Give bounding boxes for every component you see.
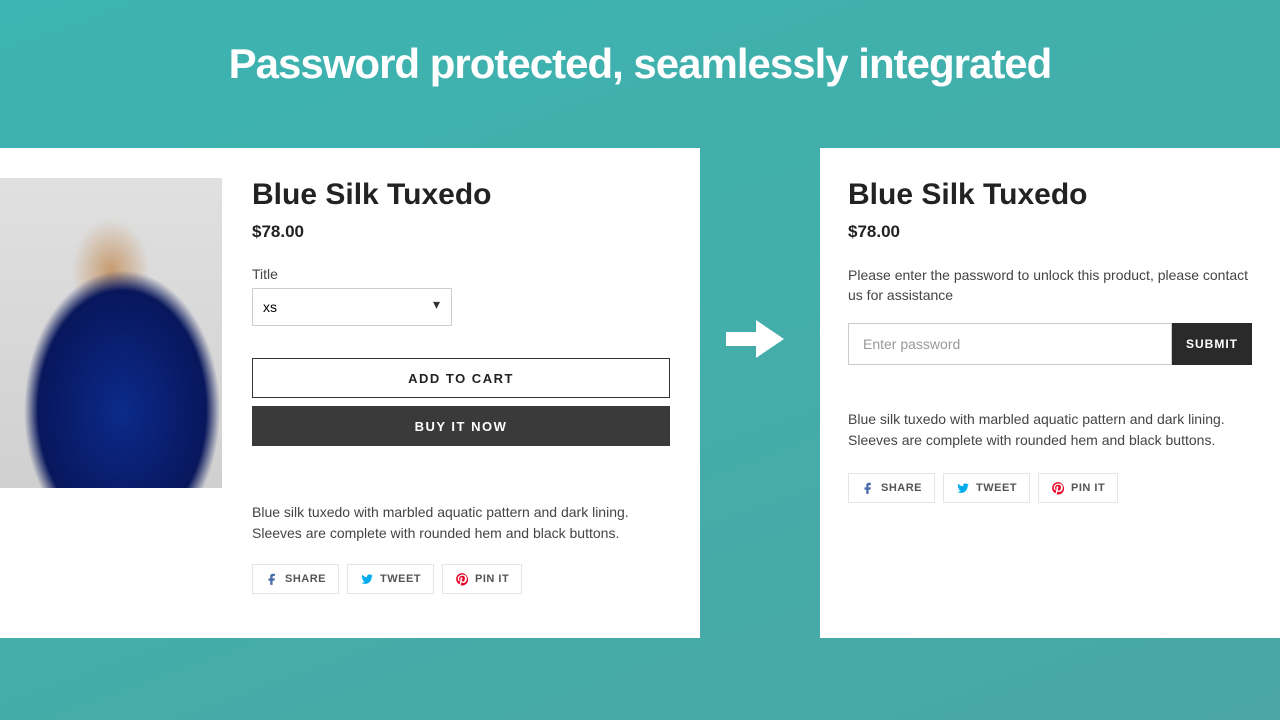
product-panel-unlocked: Blue Silk Tuxedo $78.00 Title xs ADD TO … [0,148,700,638]
submit-button[interactable]: SUBMIT [1172,323,1252,365]
page-headline: Password protected, seamlessly integrate… [0,0,1280,88]
product-title: Blue Silk Tuxedo [252,178,670,212]
share-twitter-label: TWEET [976,482,1017,494]
twitter-icon [956,481,970,495]
size-select[interactable]: xs [252,288,452,326]
share-twitter-button[interactable]: TWEET [347,564,434,594]
share-twitter-button-locked[interactable]: TWEET [943,473,1030,503]
buy-now-button[interactable]: BUY IT NOW [252,406,670,446]
share-facebook-button-locked[interactable]: SHARE [848,473,935,503]
password-input[interactable] [848,323,1172,365]
pinterest-icon [455,572,469,586]
twitter-icon [360,572,374,586]
share-pinterest-label: PIN IT [475,573,509,585]
share-twitter-label: TWEET [380,573,421,585]
arrow-icon [726,314,786,364]
product-description-locked: Blue silk tuxedo with marbled aquatic pa… [848,409,1252,451]
password-prompt: Please enter the password to unlock this… [848,266,1252,305]
share-pinterest-button[interactable]: PIN IT [442,564,522,594]
size-label: Title [252,266,670,282]
facebook-icon [265,572,279,586]
product-image [0,178,222,488]
product-description: Blue silk tuxedo with marbled aquatic pa… [252,502,670,544]
product-panel-locked: Blue Silk Tuxedo $78.00 Please enter the… [820,148,1280,638]
share-facebook-button[interactable]: SHARE [252,564,339,594]
product-price: $78.00 [252,222,670,242]
share-facebook-label: SHARE [285,573,326,585]
share-pinterest-label: PIN IT [1071,482,1105,494]
add-to-cart-button[interactable]: ADD TO CART [252,358,670,398]
share-pinterest-button-locked[interactable]: PIN IT [1038,473,1118,503]
product-price-locked: $78.00 [848,222,1252,242]
facebook-icon [861,481,875,495]
share-facebook-label: SHARE [881,482,922,494]
pinterest-icon [1051,481,1065,495]
product-title-locked: Blue Silk Tuxedo [848,178,1252,212]
